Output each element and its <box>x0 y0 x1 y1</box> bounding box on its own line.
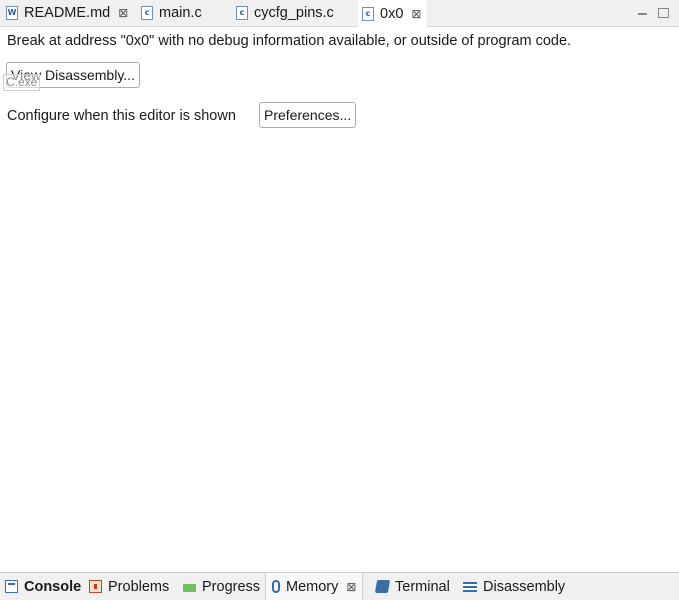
problems-icon <box>89 580 102 593</box>
c-file-icon: c <box>141 6 153 20</box>
minimize-icon[interactable] <box>638 10 648 17</box>
memory-icon <box>272 580 280 593</box>
tab-problems[interactable]: Problems <box>89 573 169 600</box>
console-icon <box>5 580 18 593</box>
configure-text: Configure when this editor is shown <box>7 108 236 124</box>
tab-label: Memory <box>286 578 339 595</box>
tab-label: cycfg_pins.c <box>254 5 334 21</box>
tab-label: Progress <box>202 578 261 595</box>
tab-label: README.md <box>24 5 111 21</box>
terminal-icon <box>374 580 391 593</box>
tab-cycfg-pins[interactable]: c cycfg_pins.c <box>236 0 334 26</box>
c-file-icon: c <box>362 6 374 21</box>
close-icon[interactable]: ⊠ <box>411 7 421 21</box>
markdown-file-icon: W <box>6 6 18 20</box>
tab-readme[interactable]: W README.md ⊠ <box>6 0 128 26</box>
bottom-views-bar: Console Problems Progress Memory ⊠ Termi… <box>0 572 679 600</box>
debug-message: Break at address "0x0" with no debug inf… <box>7 33 572 49</box>
tab-label: Disassembly <box>483 578 566 595</box>
close-icon[interactable]: ⊠ <box>346 580 356 594</box>
progress-icon <box>183 584 196 592</box>
preferences-button[interactable]: Preferences... <box>259 102 357 128</box>
tab-label: Problems <box>108 578 170 595</box>
tab-label: 0x0 <box>380 5 404 22</box>
tab-progress[interactable]: Progress <box>183 573 260 600</box>
tab-label: Terminal <box>395 578 450 595</box>
editor-content: Break at address "0x0" with no debug inf… <box>0 27 679 571</box>
ghost-drag-label: C.exe <box>3 74 41 91</box>
window-controls <box>638 0 679 26</box>
tab-memory[interactable]: Memory ⊠ <box>265 573 364 600</box>
close-icon[interactable]: ⊠ <box>118 6 128 20</box>
editor-tab-bar: W README.md ⊠ c main.c c cycfg_pins.c c … <box>0 0 679 27</box>
tab-label: main.c <box>159 5 202 21</box>
maximize-icon[interactable] <box>658 8 669 18</box>
c-file-icon: c <box>236 6 248 20</box>
tab-terminal[interactable]: Terminal <box>374 573 450 600</box>
disassembly-icon <box>463 581 477 592</box>
tab-main-c[interactable]: c main.c <box>141 0 202 26</box>
tab-console[interactable]: Console <box>5 573 81 600</box>
tab-disassembly[interactable]: Disassembly <box>463 573 565 600</box>
tab-label: Console <box>24 578 82 595</box>
tab-0x0[interactable]: c 0x0 ⊠ <box>358 0 428 27</box>
